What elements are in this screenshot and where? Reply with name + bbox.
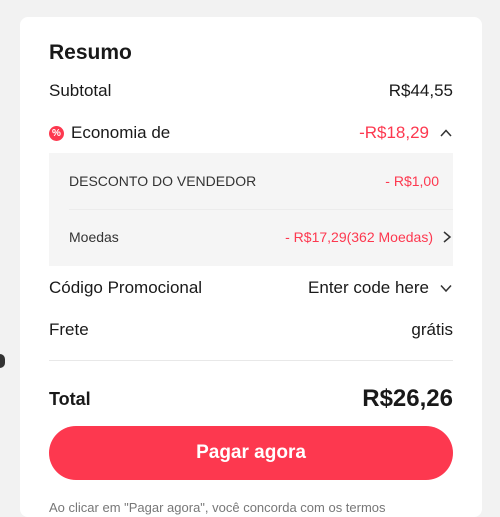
subtotal-row: Subtotal R$44,55 (49, 77, 453, 105)
shipping-value: grátis (411, 320, 453, 339)
promo-code-row[interactable]: Código Promocional Enter code here (49, 274, 453, 302)
shipping-label: Frete (49, 320, 89, 339)
total-label: Total (49, 388, 91, 409)
coins-value: - R$17,29(362 Moedas) (285, 229, 433, 245)
summary-title: Resumo (49, 41, 132, 64)
seller-discount-value: - R$1,00 (385, 173, 439, 189)
total-value: R$26,26 (362, 385, 453, 412)
chevron-down-icon[interactable] (439, 281, 453, 295)
coins-label: Moedas (69, 229, 119, 245)
edge-handle (0, 354, 5, 368)
chevron-right-icon[interactable] (441, 230, 453, 244)
savings-label: Economia de (71, 123, 171, 142)
seller-discount-label: DESCONTO DO VENDEDOR (69, 173, 257, 189)
terms-text: Ao clicar em "Pagar agora", você concord… (49, 500, 386, 515)
savings-row[interactable]: % Economia de -R$18,29 (49, 119, 453, 147)
breakdown-divider (69, 209, 453, 210)
total-divider (49, 360, 453, 361)
savings-breakdown: DESCONTO DO VENDEDOR - R$1,00 Moedas - R… (49, 153, 453, 266)
total-row: Total R$26,26 (49, 381, 453, 417)
shipping-row: Frete grátis (49, 316, 453, 344)
pay-now-button[interactable]: Pagar agora (49, 426, 453, 480)
savings-value: -R$18,29 (359, 123, 429, 142)
promo-code-label: Código Promocional (49, 278, 203, 297)
seller-discount-row: DESCONTO DO VENDEDOR - R$1,00 (69, 167, 439, 195)
coins-row[interactable]: Moedas - R$17,29(362 Moedas) (69, 223, 453, 251)
subtotal-label: Subtotal (49, 81, 112, 100)
discount-badge-icon: % (49, 125, 64, 141)
summary-card: Resumo Subtotal R$44,55 % Economia de -R… (20, 17, 482, 517)
promo-code-input[interactable]: Enter code here (308, 278, 429, 298)
subtotal-value: R$44,55 (388, 81, 453, 100)
chevron-up-icon[interactable] (439, 126, 453, 140)
